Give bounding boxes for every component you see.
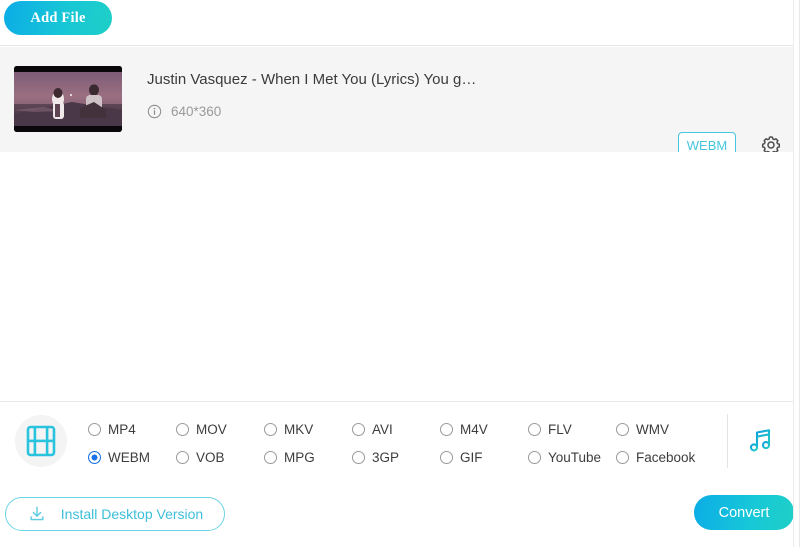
footer-bar: Install Desktop Version (0, 479, 794, 547)
radio-indicator (88, 422, 101, 436)
thumbnail-image (14, 66, 122, 132)
format-option-wmv[interactable]: WMV (616, 416, 704, 442)
format-option-mpg[interactable]: MPG (264, 444, 352, 470)
radio-indicator (264, 422, 277, 436)
format-option-avi[interactable]: AVI (352, 416, 440, 442)
music-note-icon (749, 429, 771, 452)
toolbar: Add File (0, 0, 794, 46)
format-radio-grid: MP4 MOV MKV AVI M4V FLV WMV WEBM VOB MPG… (88, 416, 718, 470)
radio-indicator (264, 450, 277, 464)
info-circle-icon (147, 104, 162, 119)
format-label: YouTube (548, 449, 602, 465)
download-icon (30, 506, 44, 521)
format-label: Facebook (636, 449, 696, 465)
install-desktop-version-button[interactable]: Install Desktop Version (5, 497, 225, 531)
format-option-mp4[interactable]: MP4 (88, 416, 176, 442)
format-label: MPG (284, 449, 315, 465)
format-label: MKV (284, 421, 314, 437)
radio-indicator (352, 422, 365, 436)
format-label: MP4 (108, 421, 136, 437)
panel-divider (727, 414, 728, 468)
file-list-item: Justin Vasquez - When I Met You (Lyrics)… (0, 47, 794, 158)
format-label: WMV (636, 421, 669, 437)
radio-indicator-selected (88, 450, 101, 464)
format-option-mov[interactable]: MOV (176, 416, 264, 442)
format-label: FLV (548, 421, 572, 437)
format-label: GIF (460, 449, 483, 465)
format-option-flv[interactable]: FLV (528, 416, 616, 442)
radio-indicator (440, 422, 453, 436)
convert-button[interactable]: Convert (694, 495, 794, 530)
video-formats-button[interactable] (15, 415, 67, 467)
format-label: 3GP (372, 449, 400, 465)
format-option-youtube[interactable]: YouTube (528, 444, 616, 470)
radio-indicator (176, 422, 189, 436)
format-label: WEBM (108, 449, 150, 465)
video-thumbnail (14, 66, 122, 132)
video-converter-app: Add File Justin Vasquez - When I Met You… (0, 0, 800, 547)
format-label: VOB (196, 449, 225, 465)
format-option-facebook[interactable]: Facebook (616, 444, 704, 470)
radio-indicator (616, 450, 629, 464)
radio-indicator (440, 450, 453, 464)
audio-formats-button[interactable] (742, 424, 780, 458)
format-option-gif[interactable]: GIF (440, 444, 528, 470)
add-file-button[interactable]: Add File (4, 1, 112, 35)
format-option-webm[interactable]: WEBM (88, 444, 176, 470)
install-button-label: Install Desktop Version (60, 506, 204, 522)
format-label: AVI (372, 421, 393, 437)
vertical-scrollbar[interactable] (793, 0, 799, 547)
empty-content-area (0, 152, 794, 401)
format-option-3gp[interactable]: 3GP (352, 444, 440, 470)
format-option-vob[interactable]: VOB (176, 444, 264, 470)
radio-indicator (616, 422, 629, 436)
radio-indicator (352, 450, 365, 464)
format-selector-panel: MP4 MOV MKV AVI M4V FLV WMV WEBM VOB MPG… (0, 401, 794, 479)
radio-indicator (176, 450, 189, 464)
file-resolution: 640*360 (171, 104, 222, 119)
film-strip-icon (26, 425, 56, 457)
format-option-mkv[interactable]: MKV (264, 416, 352, 442)
file-meta: 640*360 (147, 104, 221, 119)
format-label: MOV (196, 421, 227, 437)
file-title: Justin Vasquez - When I Met You (Lyrics)… (147, 71, 477, 88)
radio-indicator (528, 422, 541, 436)
radio-indicator (528, 450, 541, 464)
format-option-m4v[interactable]: M4V (440, 416, 528, 442)
format-label: M4V (460, 421, 488, 437)
